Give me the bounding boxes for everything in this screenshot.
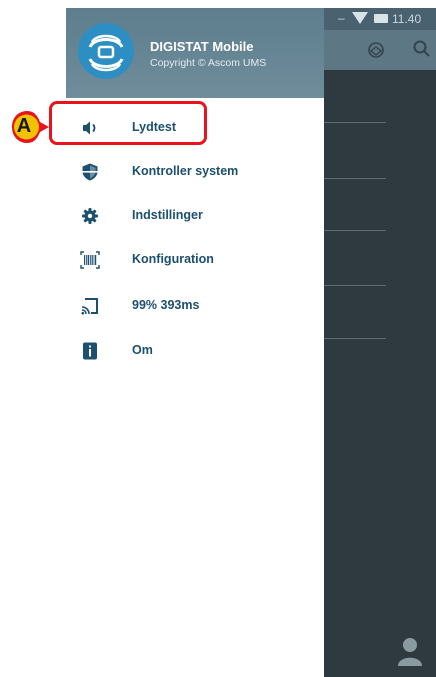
menu-item-kontroller-system[interactable]: Kontroller system (66, 154, 324, 190)
menu-item-label: Om (132, 343, 153, 357)
info-icon (83, 342, 97, 360)
status-bar: – 11.40 (324, 8, 436, 30)
person-icon[interactable] (396, 636, 424, 666)
digistat-logo (78, 23, 134, 79)
shield-icon (82, 163, 98, 181)
menu-item-indstillinger[interactable]: Indstillinger (66, 198, 324, 234)
menu-item-connection-status[interactable]: 99% 393ms (66, 288, 324, 324)
callout-letter: A (16, 115, 32, 137)
battery-icon (374, 14, 388, 23)
menu-item-label: Indstillinger (132, 208, 203, 222)
background-divider (324, 338, 386, 339)
hands-logo-icon (88, 34, 124, 72)
menu-item-label: Kontroller system (132, 164, 239, 178)
menu-item-label: Konfiguration (132, 252, 214, 266)
status-time: 11.40 (392, 12, 422, 26)
cast-icon (81, 298, 98, 315)
background-divider (324, 230, 386, 231)
callout-highlight-box (49, 101, 207, 145)
gear-icon (82, 208, 98, 224)
status-dash: – (338, 11, 345, 25)
drawer-header: DIGISTAT Mobile Copyright © Ascom UMS (66, 8, 324, 98)
background-divider (324, 178, 386, 179)
search-icon[interactable] (412, 39, 432, 59)
background-divider (324, 122, 386, 123)
menu-item-om[interactable]: Om (66, 333, 324, 369)
barcode-icon (80, 251, 100, 269)
wifi-icon (352, 12, 368, 24)
background-app-bar (324, 30, 436, 70)
app-name: DIGISTAT Mobile (150, 39, 254, 54)
menu-item-konfiguration[interactable]: Konfiguration (66, 242, 324, 278)
app-copyright: Copyright © Ascom UMS (150, 57, 267, 69)
background-divider (324, 285, 386, 286)
patient-icon[interactable] (366, 40, 386, 60)
menu-item-label: 99% 393ms (132, 298, 200, 312)
